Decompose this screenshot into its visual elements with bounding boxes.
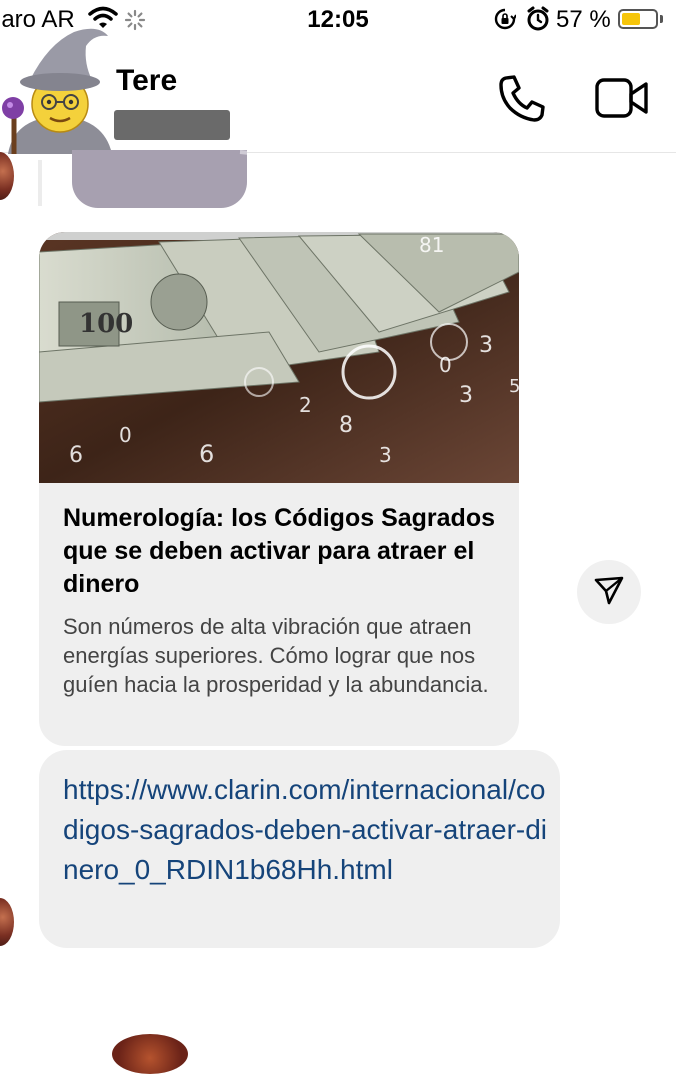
link-preview-card[interactable]: 100 81 3 8 3 6 6 2 3 0 0 5 Numerología: … [39, 232, 519, 746]
message-link[interactable]: https://www.clarin.com/internacional/cod… [63, 770, 553, 890]
partial-avatar [112, 1034, 188, 1074]
link-message-bubble: https://www.clarin.com/internacional/cod… [39, 750, 560, 948]
svg-text:3: 3 [479, 333, 493, 358]
svg-text:6: 6 [69, 443, 83, 468]
svg-text:81: 81 [419, 233, 444, 257]
previous-media-message[interactable] [72, 150, 247, 208]
svg-text:5: 5 [509, 376, 519, 397]
svg-text:2: 2 [299, 393, 312, 417]
contact-name[interactable]: Tere [116, 64, 177, 98]
article-description: Son números de alta vibración que atraen… [63, 614, 489, 697]
video-camera-icon[interactable] [594, 72, 650, 124]
svg-text:3: 3 [379, 443, 392, 467]
phone-icon[interactable] [496, 72, 548, 124]
svg-text:0: 0 [439, 353, 452, 377]
svg-text:100: 100 [79, 309, 133, 339]
svg-text:8: 8 [339, 413, 353, 438]
svg-text:6: 6 [199, 440, 214, 468]
chat-header: Tere [0, 28, 676, 154]
reply-indicator-line [38, 160, 42, 206]
alarm-icon [526, 6, 550, 37]
battery-percentage: 57 % [556, 6, 611, 33]
send-icon [593, 574, 625, 611]
sender-avatar[interactable] [0, 152, 14, 200]
battery-nub [660, 15, 663, 23]
article-image: 100 81 3 8 3 6 6 2 3 0 0 5 [39, 232, 519, 483]
contact-avatar[interactable] [0, 20, 118, 154]
svg-text:0: 0 [119, 423, 132, 447]
battery-level [622, 13, 640, 25]
sender-avatar[interactable] [0, 898, 14, 946]
battery-icon [618, 9, 658, 29]
share-button[interactable] [577, 560, 641, 624]
contact-status-redacted [114, 110, 230, 140]
svg-text:3: 3 [459, 383, 473, 408]
article-title: Numerología: los Códigos Sagrados que se… [63, 504, 495, 598]
orientation-lock-icon [494, 8, 517, 35]
